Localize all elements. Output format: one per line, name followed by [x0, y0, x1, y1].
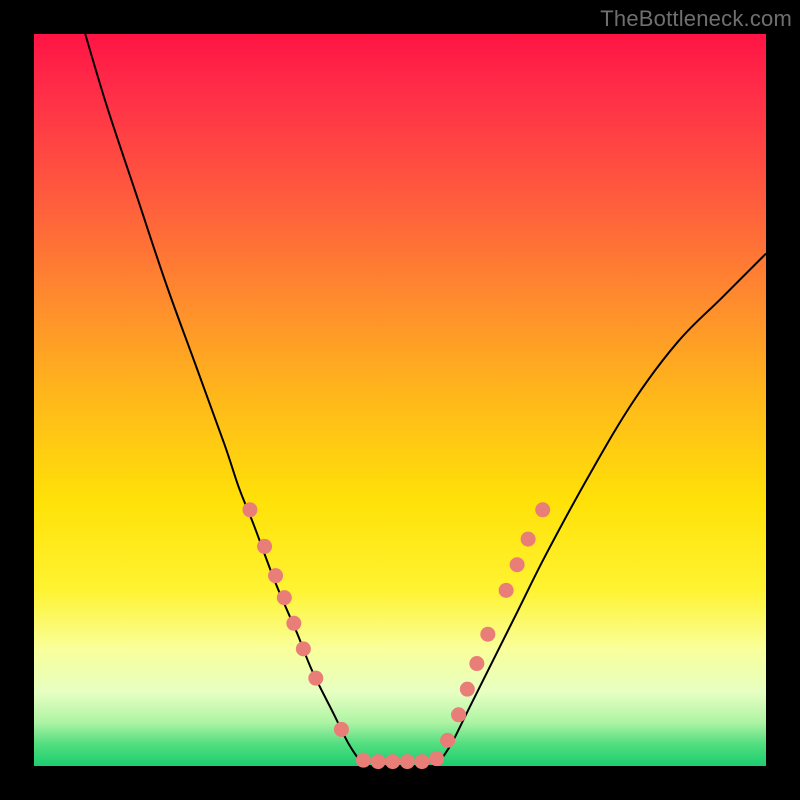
data-marker — [257, 539, 272, 554]
curve-left — [85, 34, 363, 766]
data-marker — [356, 753, 371, 768]
plot-area — [34, 34, 766, 766]
data-marker — [535, 502, 550, 517]
data-marker — [480, 627, 495, 642]
data-marker — [451, 707, 466, 722]
data-marker — [371, 754, 386, 769]
data-marker — [400, 754, 415, 769]
data-marker — [414, 754, 429, 769]
curve-layer — [34, 34, 766, 766]
data-marker — [429, 751, 444, 766]
data-marker — [296, 641, 311, 656]
data-marker — [268, 568, 283, 583]
data-marker — [499, 583, 514, 598]
data-marker — [277, 590, 292, 605]
marker-group — [242, 502, 550, 769]
data-marker — [308, 671, 323, 686]
data-marker — [469, 656, 484, 671]
data-marker — [385, 754, 400, 769]
data-marker — [242, 502, 257, 517]
chart-container: TheBottleneck.com — [0, 0, 800, 800]
data-marker — [334, 722, 349, 737]
data-marker — [440, 733, 455, 748]
data-marker — [286, 616, 301, 631]
watermark-text: TheBottleneck.com — [600, 6, 792, 32]
curve-right — [437, 254, 766, 766]
data-marker — [460, 682, 475, 697]
data-marker — [510, 557, 525, 572]
data-marker — [521, 532, 536, 547]
